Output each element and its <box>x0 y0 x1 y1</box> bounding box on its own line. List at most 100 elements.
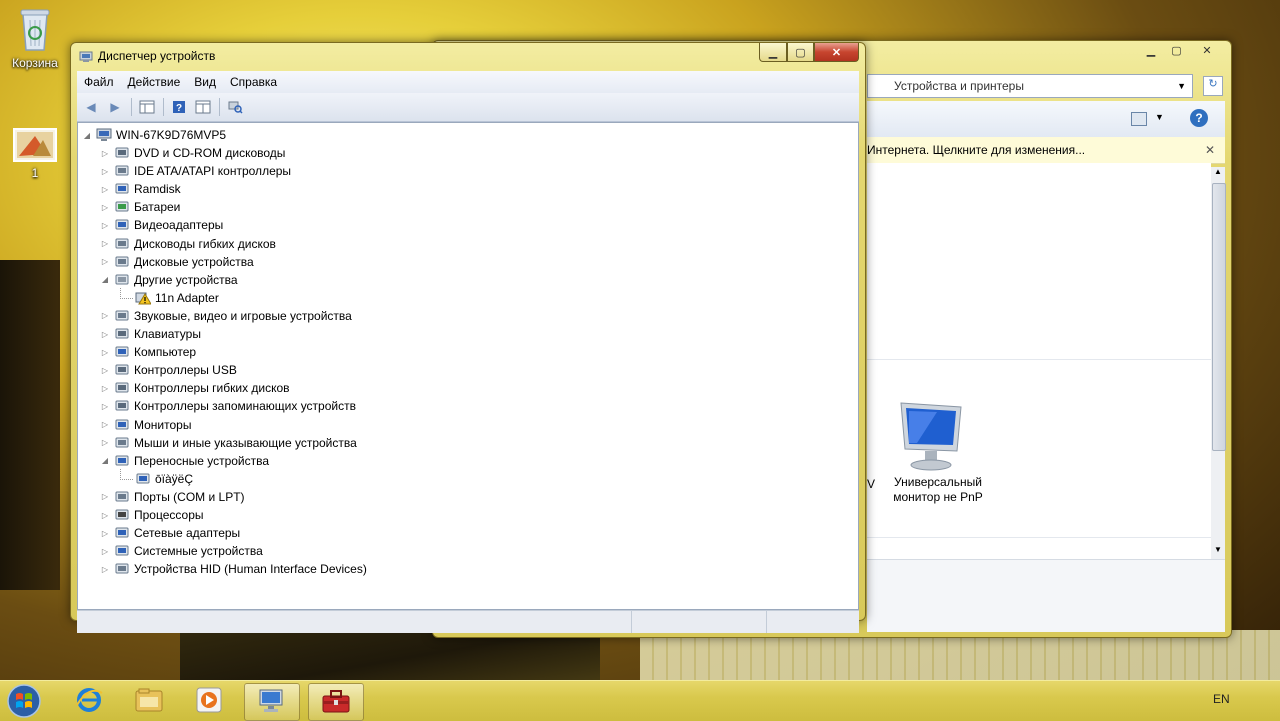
tree-category-item[interactable]: ▷ Порты (COM и LPT) <box>100 488 245 506</box>
scrollbar-thumb[interactable] <box>1212 183 1226 451</box>
device-manager-window[interactable]: Диспетчер устройств ▁ ▢ ✕ Файл Действие … <box>70 42 866 633</box>
expand-arrow-icon[interactable]: ▷ <box>100 239 110 248</box>
tree-item-label: Системные устройства <box>134 544 263 559</box>
menu-help[interactable]: Справка <box>223 75 284 89</box>
picture-file-icon <box>13 128 57 162</box>
expand-arrow-icon[interactable]: ▷ <box>100 330 110 339</box>
tree-category-item[interactable]: ▷ Видеоадаптеры <box>100 216 223 234</box>
tree-category-item[interactable]: ▷ Звуковые, видео и игровые устройства <box>100 307 352 325</box>
refresh-icon[interactable]: ↻ <box>1203 76 1223 96</box>
address-bar[interactable]: Устройства и принтеры ▼ <box>867 74 1193 98</box>
tree-category-item[interactable]: ▷ Контроллеры гибких дисков <box>100 379 290 397</box>
language-indicator[interactable]: EN <box>1213 692 1230 706</box>
window-caption-buttons: ▁ ▢ ✕ <box>1138 41 1225 59</box>
menu-action[interactable]: Действие <box>121 75 188 89</box>
tree-category-item[interactable]: ▷ Клавиатуры <box>100 325 201 343</box>
expand-arrow-icon[interactable]: ▷ <box>100 203 110 212</box>
chevron-down-icon[interactable]: ▼ <box>1177 81 1186 91</box>
expand-arrow-icon[interactable]: ▷ <box>100 257 110 266</box>
collapse-arrow-icon[interactable]: ◢ <box>100 275 110 284</box>
maximize-button[interactable]: ▢ <box>1164 41 1189 59</box>
tree-category-item[interactable]: ▷ IDE ATA/ATAPI контроллеры <box>100 162 291 180</box>
minimize-button[interactable]: ▁ <box>1138 41 1164 59</box>
expand-arrow-icon[interactable]: ▷ <box>100 402 110 411</box>
tree-category-item[interactable]: ▷ Батареи <box>100 198 180 216</box>
tree-item-label: Батареи <box>134 200 181 215</box>
expand-arrow-icon[interactable]: ▷ <box>100 565 110 574</box>
maximize-button[interactable]: ▢ <box>787 43 814 62</box>
back-arrow-icon[interactable]: ◀ <box>81 98 101 116</box>
address-text: Устройства и принтеры <box>894 79 1024 93</box>
close-button[interactable]: ✕ <box>814 43 859 62</box>
tree-category-item[interactable]: ▷ Устройства HID (Human Interface Devices… <box>100 560 367 578</box>
expand-arrow-icon[interactable]: ▷ <box>100 492 110 501</box>
tree-category-item[interactable]: ▷ Контроллеры запоминающих устройств <box>100 397 356 415</box>
partial-device-label: V <box>867 477 876 491</box>
tree-category-item[interactable]: ▷ Сетевые адаптеры <box>100 524 240 542</box>
chevron-down-icon[interactable]: ▼ <box>1155 112 1164 122</box>
scan-hardware-icon[interactable] <box>225 98 245 116</box>
tree-category-item[interactable]: ▷ Мониторы <box>100 416 192 434</box>
tree-category-item[interactable]: ▷ Мыши и иные указывающие устройства <box>100 434 357 452</box>
view-options-icon[interactable] <box>1131 112 1147 126</box>
expand-arrow-icon[interactable]: ▷ <box>100 348 110 357</box>
tree-category-item[interactable]: ▷ Ramdisk <box>100 180 181 198</box>
desktop-shortcut-1[interactable]: 1 <box>0 128 70 180</box>
tree-category-item[interactable]: ▷ Дисководы гибких дисков <box>100 235 276 253</box>
minimize-button[interactable]: ▁ <box>759 43 787 62</box>
taskbar-internet-explorer[interactable] <box>62 683 116 719</box>
show-hide-tree-icon[interactable] <box>137 98 157 116</box>
taskbar-devices-printers[interactable] <box>244 683 300 721</box>
collapse-arrow-icon[interactable]: ◢ <box>82 131 92 140</box>
expand-arrow-icon[interactable]: ▷ <box>100 221 110 230</box>
expand-arrow-icon[interactable]: ▷ <box>100 311 110 320</box>
device-category-icon <box>114 164 130 178</box>
expand-arrow-icon[interactable]: ▷ <box>100 149 110 158</box>
expand-arrow-icon[interactable]: ▷ <box>100 420 110 429</box>
expand-arrow-icon[interactable]: ▷ <box>100 167 110 176</box>
tree-category-item[interactable]: ▷ Процессоры <box>100 506 204 524</box>
device-tree[interactable]: ◢ WIN-67K9D76MVP5 ▷ DVD и CD-ROM дисковод… <box>77 122 859 610</box>
device-label[interactable]: Универсальный монитор не PnP <box>883 475 993 505</box>
expand-arrow-icon[interactable]: ▷ <box>100 384 110 393</box>
menu-file[interactable]: Файл <box>77 75 121 89</box>
tree-root[interactable]: ◢ WIN-67K9D76MVP5 <box>82 126 226 144</box>
collapse-arrow-icon[interactable]: ◢ <box>100 456 110 465</box>
vertical-scrollbar[interactable]: ▲ ▼ <box>1211 167 1226 559</box>
chevron-up-icon[interactable]: ▲ <box>1211 167 1225 181</box>
tree-category-item[interactable]: ▷ DVD и CD-ROM дисководы <box>100 144 285 162</box>
help-icon[interactable]: ? <box>169 98 189 116</box>
tree-category-item[interactable]: ◢ Переносные устройства <box>100 452 269 470</box>
info-bar[interactable]: Интернета. Щелкните для изменения... ✕ <box>867 137 1225 164</box>
tree-category-item[interactable]: ▷ Системные устройства <box>100 542 263 560</box>
monitor-icon[interactable] <box>897 399 967 473</box>
start-button[interactable] <box>4 684 44 718</box>
expand-arrow-icon[interactable]: ▷ <box>100 511 110 520</box>
expand-arrow-icon[interactable]: ▷ <box>100 438 110 447</box>
chevron-down-icon[interactable]: ▼ <box>1211 545 1225 559</box>
tree-item-label: Процессоры <box>134 508 204 522</box>
devices-printers-icon <box>256 687 288 718</box>
device-category-icon <box>114 345 130 359</box>
recycle-bin-shortcut[interactable]: Корзина <box>0 6 70 70</box>
help-icon[interactable]: ? <box>1190 109 1208 127</box>
expand-arrow-icon[interactable]: ▷ <box>100 185 110 194</box>
taskbar-explorer[interactable] <box>122 683 176 719</box>
properties-icon[interactable] <box>193 98 213 116</box>
close-button[interactable]: ✕ <box>1189 41 1225 59</box>
expand-arrow-icon[interactable]: ▷ <box>100 547 110 556</box>
tree-child-item[interactable]: ōïàÿëÇ <box>120 469 193 488</box>
tree-child-item[interactable]: 11n Adapter <box>120 288 219 307</box>
menu-view[interactable]: Вид <box>187 75 223 89</box>
forward-arrow-icon[interactable]: ▶ <box>105 98 125 116</box>
tree-category-item[interactable]: ▷ Дисковые устройства <box>100 253 254 271</box>
close-icon[interactable]: ✕ <box>1205 143 1215 157</box>
expand-arrow-icon[interactable]: ▷ <box>100 366 110 375</box>
taskbar-device-manager[interactable] <box>308 683 364 721</box>
tree-category-item[interactable]: ▷ Компьютер <box>100 343 196 361</box>
device-manager-titlebar[interactable]: Диспетчер устройств ▁ ▢ ✕ <box>71 43 865 69</box>
taskbar-media-player[interactable] <box>182 683 236 719</box>
tree-category-item[interactable]: ▷ Контроллеры USB <box>100 361 237 379</box>
expand-arrow-icon[interactable]: ▷ <box>100 529 110 538</box>
tree-category-item[interactable]: ◢ Другие устройства <box>100 271 238 289</box>
